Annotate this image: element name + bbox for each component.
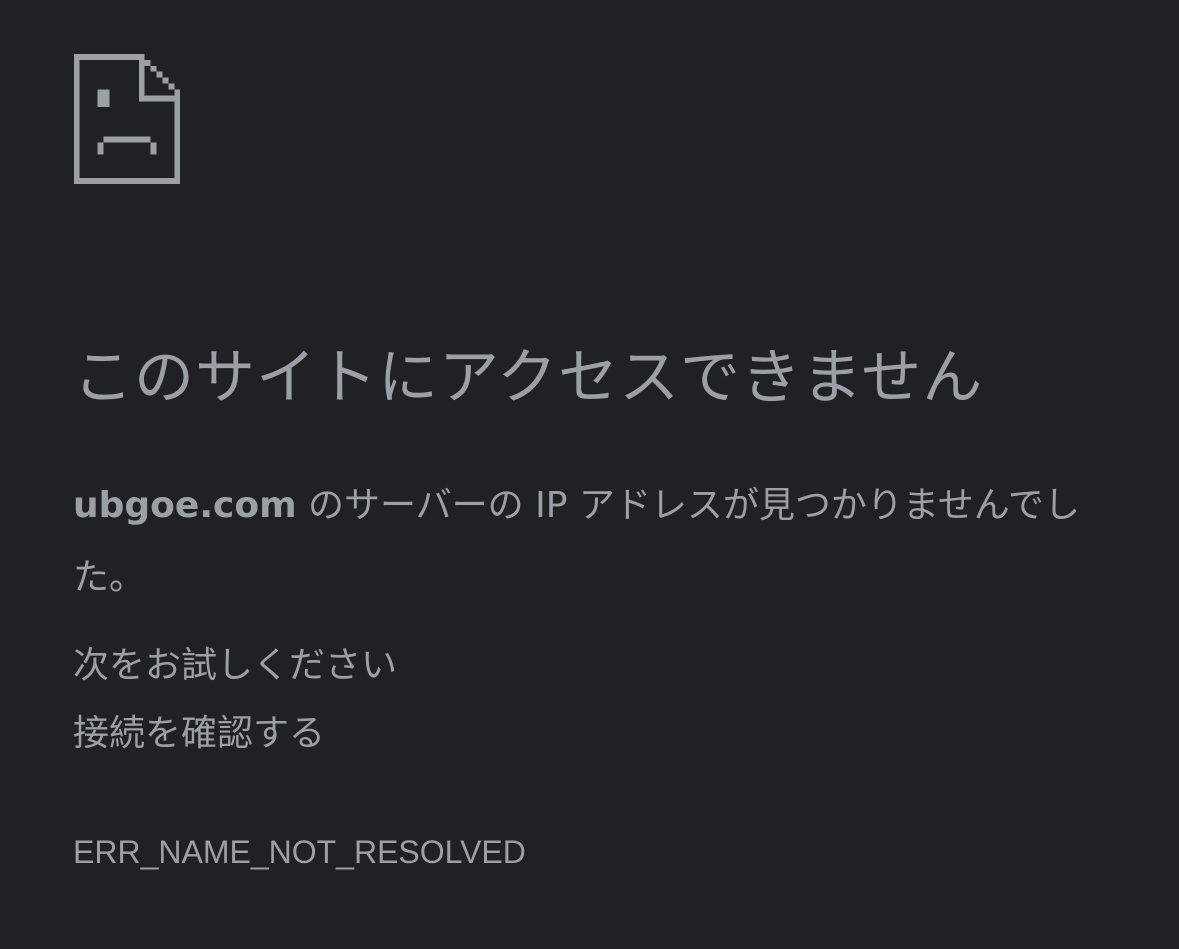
sad-document-icon — [73, 54, 181, 184]
suggestions-heading: 次をお試しください — [73, 645, 398, 686]
error-host: ubgoe.com — [73, 485, 297, 526]
error-code: ERR_NAME_NOT_RESOLVED — [73, 834, 526, 870]
error-title: このサイトにアクセスできません — [73, 343, 984, 413]
suggestion-check-connection: 接続を確認する — [73, 713, 326, 754]
error-summary: ubgoe.com のサーバーの IP アドレスが見つかりませんでした。 — [73, 470, 1113, 614]
